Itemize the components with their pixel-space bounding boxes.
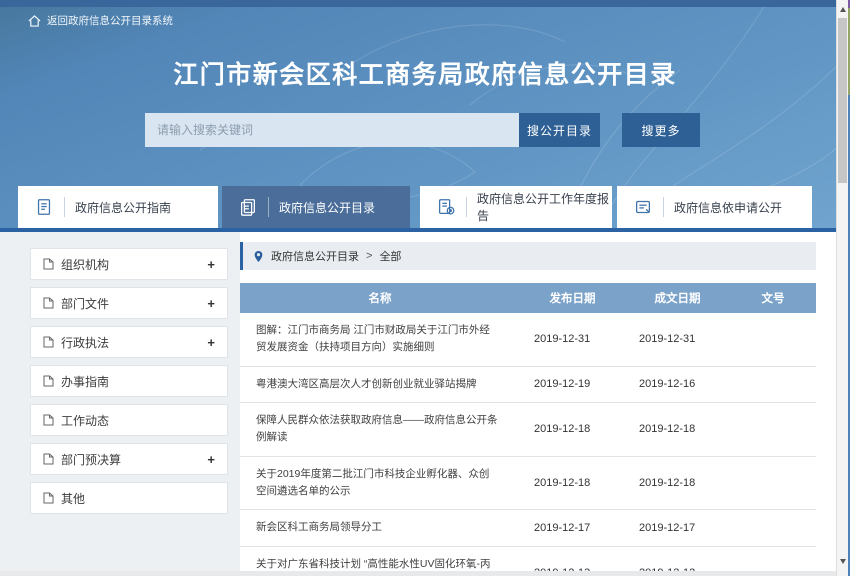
- tab-annual-report[interactable]: 政府信息公开工作年度报告: [420, 186, 612, 228]
- breadcrumb: 政府信息公开目录 > 全部: [240, 242, 816, 270]
- written-date: 2019-12-31: [625, 333, 730, 345]
- document-title-link[interactable]: 关于2019年度第二批江门市科技企业孵化器、众创空间遴选名单的公示: [240, 457, 520, 510]
- documents-stack-icon: [238, 197, 258, 217]
- page-icon: [43, 375, 54, 387]
- page-icon: [43, 258, 54, 270]
- written-date: 2019-12-16: [625, 378, 730, 390]
- document-title-link[interactable]: 保障人民群众依法获取政府信息——政府信息公开条例解读: [240, 403, 520, 456]
- header-name: 名称: [240, 290, 520, 306]
- sidebar-item-work-updates[interactable]: 工作动态: [30, 404, 228, 436]
- application-form-icon: [633, 197, 653, 217]
- sidebar-item-label: 行政执法: [61, 334, 207, 351]
- home-icon: [28, 15, 41, 27]
- document-title-link[interactable]: 图解：江门市商务局 江门市财政局关于江门市外经贸发展资金（扶持项目方向）实施细则: [240, 313, 520, 366]
- sidebar-item-service-guide[interactable]: 办事指南: [30, 365, 228, 397]
- page-icon: [43, 297, 54, 309]
- sidebar-item-label: 办事指南: [61, 373, 215, 390]
- publish-date: 2019-12-19: [520, 378, 625, 390]
- table-header-row: 名称 发布日期 成文日期 文号: [240, 283, 816, 313]
- document-icon: [34, 197, 54, 217]
- search-more-button[interactable]: 搜更多: [622, 113, 700, 147]
- tab-label: 政府信息依申请公开: [674, 199, 782, 216]
- scroll-up-icon[interactable]: [837, 2, 848, 16]
- sidebar-item-budget[interactable]: 部门预决算 +: [30, 443, 228, 475]
- document-title-link[interactable]: 新会区科工商务局领导分工: [240, 510, 520, 545]
- written-date: 2019-12-18: [625, 477, 730, 489]
- breadcrumb-separator: >: [366, 250, 372, 262]
- content-area: 组织机构 + 部门文件 + 行政执法 + 办事指南 工作动态: [0, 232, 850, 576]
- tab-separator: [268, 197, 269, 217]
- sidebar-item-law-enforcement[interactable]: 行政执法 +: [30, 326, 228, 358]
- sidebar-item-label: 工作动态: [61, 412, 215, 429]
- written-date: 2019-12-18: [625, 423, 730, 435]
- expand-plus-icon: +: [207, 296, 215, 311]
- tab-disclosure-guide[interactable]: 政府信息公开指南: [18, 186, 218, 228]
- publish-date: 2019-12-17: [520, 522, 625, 534]
- page-icon: [43, 492, 54, 504]
- publish-date: 2019-12-31: [520, 333, 625, 345]
- page-title: 江门市新会区科工商务局政府信息公开目录: [0, 55, 850, 91]
- expand-plus-icon: +: [207, 452, 215, 467]
- sidebar-item-label: 部门预决算: [61, 451, 207, 468]
- documents-table: 名称 发布日期 成文日期 文号 图解：江门市商务局 江门市财政局关于江门市外经贸…: [240, 283, 816, 576]
- back-to-catalog-link[interactable]: 返回政府信息公开目录系统: [28, 13, 173, 28]
- tab-separator: [663, 197, 664, 217]
- page: 返回政府信息公开目录系统 江门市新会区科工商务局政府信息公开目录 搜公开目录 搜…: [0, 0, 850, 576]
- document-clock-icon: [436, 197, 456, 217]
- tab-label: 政府信息公开指南: [75, 199, 171, 216]
- header-written-date: 成文日期: [625, 290, 730, 306]
- main-panel: 政府信息公开目录 > 全部 名称 发布日期 成文日期 文号 图解：江门市商务局 …: [240, 232, 850, 576]
- publish-date: 2019-12-18: [520, 477, 625, 489]
- publish-date: 2019-12-18: [520, 423, 625, 435]
- search-bar: 搜公开目录 搜更多: [145, 113, 700, 147]
- table-row: 图解：江门市商务局 江门市财政局关于江门市外经贸发展资金（扶持项目方向）实施细则…: [240, 313, 816, 367]
- search-catalog-button[interactable]: 搜公开目录: [519, 113, 600, 147]
- table-row: 粤港澳大湾区高层次人才创新创业就业驿站揭牌 2019-12-19 2019-12…: [240, 367, 816, 403]
- sidebar-item-organization[interactable]: 组织机构 +: [30, 248, 228, 280]
- bottom-edge-strip: [0, 571, 850, 576]
- tab-label: 政府信息公开工作年度报告: [477, 190, 612, 224]
- breadcrumb-section[interactable]: 政府信息公开目录: [271, 248, 359, 264]
- header-publish-date: 发布日期: [520, 290, 625, 306]
- breadcrumb-current: 全部: [379, 248, 401, 264]
- page-icon: [43, 336, 54, 348]
- sidebar-item-label: 其他: [61, 490, 215, 507]
- sidebar-item-label: 部门文件: [61, 295, 207, 312]
- tab-label: 政府信息公开目录: [279, 199, 375, 216]
- page-header: 返回政府信息公开目录系统 江门市新会区科工商务局政府信息公开目录 搜公开目录 搜…: [0, 0, 850, 232]
- back-link-label: 返回政府信息公开目录系统: [47, 13, 173, 28]
- sidebar: 组织机构 + 部门文件 + 行政执法 + 办事指南 工作动态: [0, 232, 240, 576]
- tab-bar: 政府信息公开指南 政府信息公开目录: [18, 186, 812, 228]
- scrollbar-thumb[interactable]: [838, 18, 847, 183]
- document-title-link[interactable]: 粤港澳大湾区高层次人才创新创业就业驿站揭牌: [240, 367, 520, 402]
- scroll-down-icon[interactable]: [837, 554, 848, 568]
- sidebar-item-department-files[interactable]: 部门文件 +: [30, 287, 228, 319]
- sidebar-item-others[interactable]: 其他: [30, 482, 228, 514]
- expand-plus-icon: +: [207, 335, 215, 350]
- location-pin-icon: [253, 250, 264, 263]
- expand-plus-icon: +: [207, 257, 215, 272]
- page-icon: [43, 414, 54, 426]
- tab-separator: [64, 197, 65, 217]
- table-row: 保障人民群众依法获取政府信息——政府信息公开条例解读 2019-12-18 20…: [240, 403, 816, 457]
- top-bar: [0, 0, 850, 7]
- header-doc-number: 文号: [730, 290, 816, 306]
- sidebar-item-label: 组织机构: [61, 256, 207, 273]
- tab-separator: [466, 197, 467, 217]
- page-icon: [43, 453, 54, 465]
- table-row: 新会区科工商务局领导分工 2019-12-17 2019-12-17: [240, 510, 816, 546]
- tab-disclosure-by-request[interactable]: 政府信息依申请公开: [617, 186, 812, 228]
- search-input[interactable]: [145, 113, 519, 147]
- table-row: 关于2019年度第二批江门市科技企业孵化器、众创空间遴选名单的公示 2019-1…: [240, 457, 816, 511]
- vertical-scrollbar[interactable]: [836, 0, 848, 576]
- tab-disclosure-catalog[interactable]: 政府信息公开目录: [222, 186, 410, 228]
- written-date: 2019-12-17: [625, 522, 730, 534]
